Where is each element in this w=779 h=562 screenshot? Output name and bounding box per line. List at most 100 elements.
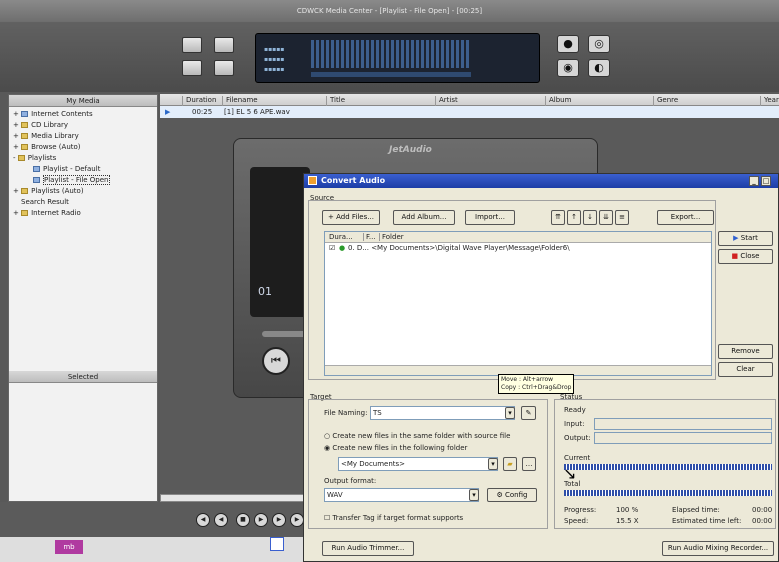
lcd-display: ▪▪▪▪▪ ▪▪▪▪▪ ▪▪▪▪▪ (255, 33, 540, 83)
col-f[interactable]: F... (363, 233, 376, 241)
sort-icon[interactable]: ≡ (615, 210, 629, 225)
dialog-title-bar: Convert Audio _ □ (304, 174, 778, 188)
prev-icon[interactable]: ◀ (196, 513, 210, 527)
chevron-down-icon[interactable]: ▾ (469, 489, 479, 501)
add-album-button[interactable]: Add Album... (393, 210, 455, 225)
rewind-icon[interactable]: ◀ (214, 513, 228, 527)
folder-icon[interactable]: ▰ (503, 457, 517, 471)
run-audio-trimmer-button[interactable]: Run Audio Trimmer... (322, 541, 414, 556)
maximize-icon[interactable]: □ (761, 176, 771, 186)
tree-item-cd-library[interactable]: + CD Library (13, 120, 157, 131)
output-format-select[interactable]: WAV (324, 488, 479, 502)
dialog-title: Convert Audio (321, 176, 386, 185)
radio-same-folder[interactable]: ○ Create new files in the same folder wi… (324, 432, 510, 440)
list-item[interactable]: ☑ ● 0. D... <My Documents>\Digital Wave … (325, 243, 711, 254)
my-media-panel: My Media + Internet Contents + CD Librar… (8, 94, 158, 502)
browse-button[interactable]: … (522, 457, 536, 471)
config-button[interactable]: ⚙ Config (487, 488, 537, 502)
chevron-down-icon[interactable]: ▾ (488, 458, 498, 470)
run-audio-mixing-recorder-button[interactable]: Run Audio Mixing Recorder... (662, 541, 774, 556)
move-top-icon[interactable]: ⇈ (551, 210, 565, 225)
folder-select[interactable]: <My Documents> (338, 457, 498, 471)
view-button[interactable] (182, 37, 202, 53)
file-row-text: 0. D... <My Documents>\Digital Wave Play… (348, 244, 570, 252)
speed-label: Speed: (564, 517, 589, 525)
col-duration[interactable]: Duration (182, 96, 216, 106)
globe-icon (21, 111, 29, 117)
tree-item-media-library[interactable]: + Media Library (13, 131, 157, 142)
config-icon: ⚙ (496, 491, 506, 499)
speed-value: 15.5 X (616, 517, 639, 525)
col-title[interactable]: Title (326, 96, 345, 106)
chevron-down-icon[interactable]: ▾ (505, 407, 515, 419)
disk-button[interactable] (214, 60, 234, 76)
plus-icon: + (328, 213, 337, 221)
move-down-icon[interactable]: ↓ (583, 210, 597, 225)
col-dura[interactable]: Dura... (329, 233, 353, 241)
folder-icon (17, 155, 25, 161)
folder-icon (21, 144, 29, 150)
start-button[interactable]: ▶ Start (718, 231, 773, 246)
col-album[interactable]: Album (545, 96, 571, 106)
add-files-button[interactable]: + Add Files... (322, 210, 380, 225)
tools-button[interactable] (182, 60, 202, 76)
forward-icon[interactable]: ▶ (272, 513, 286, 527)
col-artist[interactable]: Artist (435, 96, 458, 106)
stop-button[interactable]: ● (557, 35, 579, 53)
close-button[interactable]: ■ Close (718, 249, 773, 264)
col-folder[interactable]: Folder (379, 233, 404, 241)
tree-item-playlist-default[interactable]: Playlist - Default (13, 164, 157, 175)
tree-item-internet-contents[interactable]: + Internet Contents (13, 109, 157, 120)
tree-item-internet-radio[interactable]: + Internet Radio (13, 208, 157, 219)
power-button[interactable]: ◎ (588, 35, 610, 53)
file-naming-select[interactable]: TS (370, 406, 515, 420)
skin-prev-button[interactable]: ⏮ (262, 347, 290, 375)
progress-value: 100 % (616, 506, 639, 514)
media-tree: + Internet Contents + CD Library + Media… (9, 107, 157, 219)
clear-button[interactable]: Clear (718, 362, 773, 377)
transfer-tag-checkbox[interactable]: ☐ Transfer Tag if target format supports (324, 514, 463, 522)
col-filename[interactable]: Filename (222, 96, 258, 106)
export-button[interactable]: Export... (657, 210, 714, 225)
move-up-icon[interactable]: ↑ (567, 210, 581, 225)
horizontal-scrollbar[interactable] (160, 494, 305, 502)
input-field (594, 418, 772, 430)
checkbox-icon[interactable]: ☑ (329, 244, 335, 252)
move-bottom-icon[interactable]: ⇊ (599, 210, 613, 225)
source-file-list[interactable]: Dura... F... Folder ☑ ● 0. D... <My Docu… (324, 231, 712, 376)
folder-icon (21, 188, 29, 194)
minimize-icon[interactable]: _ (749, 176, 759, 186)
taskbar-item[interactable]: mb (55, 540, 83, 554)
visual-button[interactable]: ◉ (557, 59, 579, 77)
playlist-icon (33, 166, 40, 172)
selected-panel-title: Selected (9, 371, 157, 383)
play-icon[interactable]: ▶ (254, 513, 268, 527)
my-media-title: My Media (9, 95, 157, 107)
tree-item-browse-auto[interactable]: + Browse (Auto) (13, 142, 157, 153)
total-progress-bar (564, 490, 772, 496)
tree-item-playlists-auto[interactable]: + Playlists (Auto) (13, 186, 157, 197)
tree-item-playlist-file-open[interactable]: Playlist - File Open (13, 175, 157, 186)
naming-options-button[interactable]: ✎ (521, 406, 536, 420)
folder-icon (21, 133, 29, 139)
radio-following-folder[interactable]: ◉ Create new files in the following fold… (324, 444, 467, 452)
tree-item-playlists[interactable]: - Playlists (13, 153, 157, 164)
tree-item-search-result[interactable]: Search Result (13, 197, 157, 208)
convert-audio-dialog: Convert Audio _ □ Source + Add Files... … (303, 173, 779, 562)
import-button[interactable]: Import... (465, 210, 515, 225)
output-label: Output: (564, 434, 591, 442)
table-row[interactable]: ▶ 00:25 [1] EL 5 6 APE.wav (160, 106, 779, 118)
file-list-header: Dura... F... Folder (325, 232, 711, 243)
col-year[interactable]: Year (760, 96, 779, 106)
eject-button[interactable]: ◐ (588, 59, 610, 77)
current-progress-bar (564, 464, 772, 470)
stop-icon[interactable]: ■ (236, 513, 250, 527)
equalizer-button[interactable] (214, 37, 234, 53)
next-icon[interactable]: ▶ (290, 513, 304, 527)
elapsed-label: Elapsed time: (672, 506, 720, 514)
window-title: CDWCK Media Center - [Playlist - File Op… (296, 7, 483, 15)
estimated-value: 00:00 (752, 517, 773, 525)
document-icon[interactable] (270, 537, 284, 551)
remove-button[interactable]: Remove (718, 344, 773, 359)
col-genre[interactable]: Genre (653, 96, 678, 106)
